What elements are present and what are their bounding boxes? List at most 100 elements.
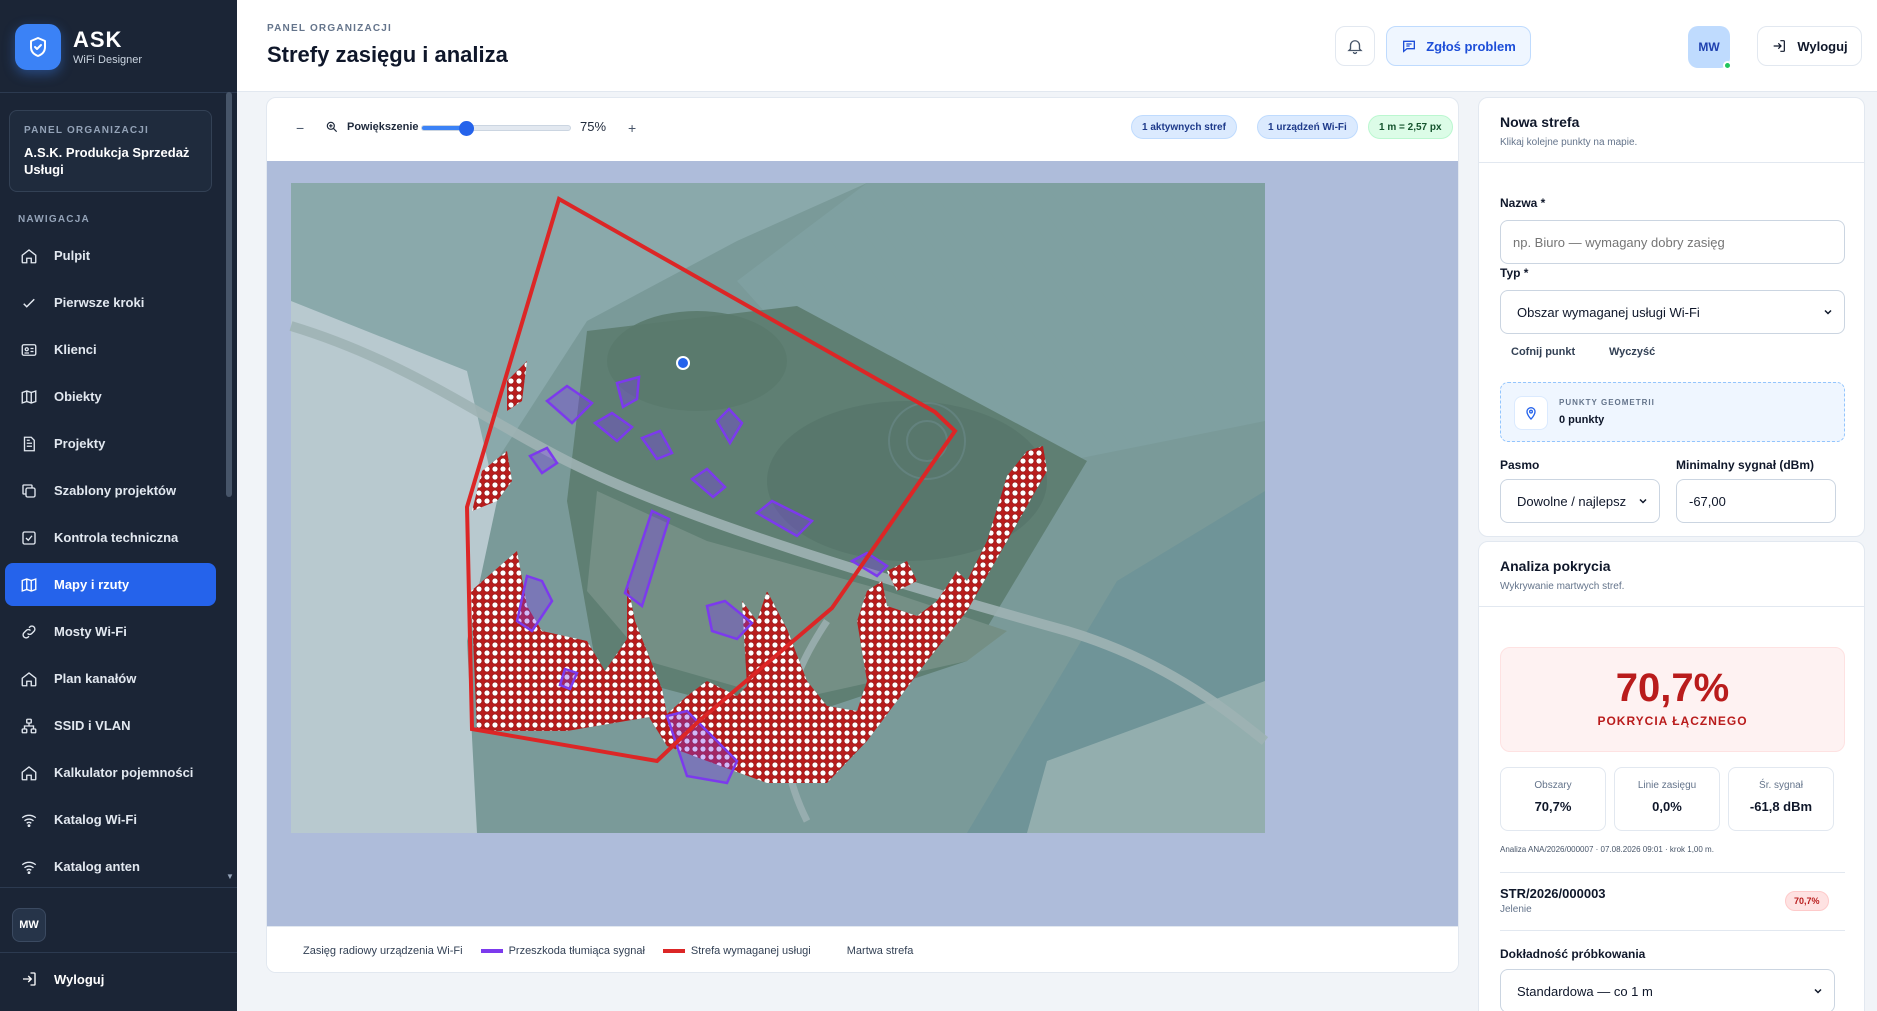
map-canvas[interactable] <box>267 161 1459 926</box>
legend-obstacle-label: Przeszkoda tłumiąca sygnał <box>508 944 645 957</box>
zone-type-value: Obszar wymaganej usługi Wi-Fi <box>1517 304 1700 320</box>
map-legend: Zasięg radiowy urządzenia Wi-Fi Przeszko… <box>267 926 1458 972</box>
analysis-meta: Analiza ANA/2026/000007 · 07.08.2026 09:… <box>1500 845 1714 854</box>
page-title: Strefy zasięgu i analiza <box>267 42 508 67</box>
zoom-slider[interactable] <box>421 121 571 136</box>
scale-badge: 1 m = 2,57 px <box>1368 115 1453 139</box>
name-field-label: Nazwa * <box>1500 196 1546 210</box>
zone-id[interactable]: STR/2026/000003 <box>1500 886 1606 901</box>
legend-device-range-label: Zasięg radiowy urządzenia Wi-Fi <box>303 944 463 957</box>
sidebar-item-label: Pierwsze kroki <box>54 295 145 310</box>
sidebar-item-label: Katalog Wi-Fi <box>54 812 137 827</box>
geometry-value: 0 punkty <box>1559 414 1605 426</box>
sidebar-item-pierwsze-kroki[interactable]: Pierwsze kroki <box>5 281 216 324</box>
zone-coverage-badge: 70,7% <box>1785 891 1829 911</box>
org-card[interactable]: PANEL ORGANIZACJI A.S.K. Produkcja Sprze… <box>9 110 212 192</box>
zoom-out-button[interactable]: − <box>296 120 304 136</box>
new-zone-subtitle: Klikaj kolejne punkty na mapie. <box>1500 137 1638 148</box>
sidebar-item-kontrola[interactable]: Kontrola techniczna <box>5 516 216 559</box>
zoom-value: 75% <box>580 119 607 134</box>
band-field-label: Pasmo <box>1500 458 1540 472</box>
home-icon <box>21 248 37 263</box>
zone-name-input[interactable] <box>1500 220 1845 264</box>
legend-service-zone: Strefa wymaganej usługi <box>662 944 811 957</box>
home-icon <box>21 671 37 686</box>
wifi-device-marker[interactable] <box>676 356 690 370</box>
legend-dead-zone: Martwa strefa <box>847 945 914 957</box>
sidebar-item-katalog-anten[interactable]: Katalog anten <box>5 845 216 888</box>
type-field-label: Typ * <box>1500 266 1529 280</box>
zoom-icon <box>326 121 338 133</box>
sidebar-item-klienci[interactable]: Klienci <box>5 328 216 371</box>
sidebar-item-pulpit[interactable]: Pulpit <box>5 234 216 277</box>
accuracy-value: Standardowa — co 1 m <box>1517 983 1653 999</box>
legend-service-zone-label: Strefa wymaganej usługi <box>690 944 811 957</box>
zoom-in-button[interactable]: + <box>628 120 636 136</box>
sidebar-divider <box>0 887 237 888</box>
stat-value: -61,8 dBm <box>1749 799 1813 814</box>
logout-button[interactable]: Wyloguj <box>1757 26 1862 66</box>
band-select[interactable]: Dowolne / najlepsz <box>1500 479 1660 523</box>
new-zone-title: Nowa strefa <box>1500 114 1580 130</box>
map-card: − Powiększenie 75% + 1 aktywnych stref 1… <box>266 97 1459 973</box>
org-name: A.S.K. Produkcja Sprzedaż Usługi <box>24 145 190 177</box>
sidebar-scrollbar[interactable] <box>226 92 232 497</box>
sidebar-item-plan-kanalow[interactable]: Plan kanałów <box>5 657 216 700</box>
user-avatar[interactable]: MW <box>1688 26 1732 70</box>
message-icon <box>1403 40 1416 53</box>
sidebar-item-mapy[interactable]: Mapy i rzuty <box>5 563 216 606</box>
home-icon <box>21 765 37 780</box>
sidebar-logout-button[interactable]: Wyloguj <box>20 970 104 988</box>
devices-badge: 1 urządzeń Wi-Fi <box>1257 115 1358 139</box>
sidebar-avatar[interactable]: MW <box>12 908 46 942</box>
geometry-points-box: PUNKTY GEOMETRII 0 punkty <box>1500 382 1845 442</box>
brand-subtitle: WiFi Designer <box>73 54 143 66</box>
org-label: PANEL ORGANIZACJI <box>24 125 150 136</box>
undo-point-button[interactable]: Cofnij punkt <box>1511 346 1575 358</box>
sidebar-item-mosty[interactable]: Mosty Wi-Fi <box>5 610 216 653</box>
bell-icon <box>1347 40 1363 55</box>
sidebar-item-kalkulator[interactable]: Kalkulator pojemności <box>5 751 216 794</box>
id-card-icon <box>21 343 37 356</box>
new-zone-header: Nowa strefa Klikaj kolejne punkty na map… <box>1479 98 1864 163</box>
sidebar-item-katalog-wifi[interactable]: Katalog Wi-Fi <box>5 798 216 841</box>
sidebar-logout-label: Wyloguj <box>54 971 105 987</box>
analysis-title: Analiza pokrycia <box>1500 558 1611 574</box>
wifi-icon <box>21 814 37 827</box>
sidebar-item-projekty[interactable]: Projekty <box>5 422 216 465</box>
min-signal-input[interactable]: -67,00 <box>1676 479 1836 523</box>
sidebar-item-szablony[interactable]: Szablony projektów <box>5 469 216 512</box>
wifi-icon <box>21 861 37 874</box>
zone-location: Jelenie <box>1500 904 1532 915</box>
sidebar: ASK WiFi Designer PANEL ORGANIZACJI A.S.… <box>0 0 237 1011</box>
total-coverage-box: 70,7% POKRYCIA ŁĄCZNEGO <box>1500 647 1845 752</box>
sidebar-item-ssid[interactable]: SSID i VLAN <box>5 704 216 747</box>
new-zone-card: Nowa strefa Klikaj kolejne punkty na map… <box>1478 97 1865 537</box>
sidebar-divider <box>0 92 237 93</box>
stat-areas: Obszary 70,7% <box>1500 767 1606 831</box>
divider <box>1500 930 1845 931</box>
scroll-down-icon[interactable]: ▼ <box>226 872 234 881</box>
min-signal-value: -67,00 <box>1689 493 1726 509</box>
band-value: Dowolne / najlepsz <box>1517 493 1627 509</box>
zone-type-select[interactable]: Obszar wymaganej usługi Wi-Fi <box>1500 290 1845 334</box>
report-problem-button[interactable]: Zgłoś problem <box>1386 26 1531 66</box>
legend-dead-zone-label: Martwa strefa <box>846 944 914 957</box>
zoom-label: Powiększenie <box>325 120 419 134</box>
stat-label: Linie zasięgu <box>1637 780 1697 791</box>
notifications-button[interactable] <box>1335 26 1375 66</box>
checkbox-icon <box>22 530 36 545</box>
sidebar-item-label: Mosty Wi-Fi <box>54 624 127 639</box>
sidebar-item-obiekty[interactable]: Obiekty <box>5 375 216 418</box>
sidebar-item-label: Szablony projektów <box>54 483 177 498</box>
coverage-analysis-card: Analiza pokrycia Wykrywanie martwych str… <box>1478 541 1865 1011</box>
copy-icon <box>22 483 36 498</box>
sidebar-divider <box>0 952 237 953</box>
clear-button[interactable]: Wyczyść <box>1609 346 1655 358</box>
zoom-slider-thumb[interactable] <box>459 121 475 136</box>
aerial-map[interactable] <box>267 161 1459 926</box>
brand[interactable]: ASK WiFi Designer <box>15 24 142 70</box>
accuracy-select[interactable]: Standardowa — co 1 m <box>1500 969 1835 1011</box>
chevron-down-icon <box>1814 988 1822 994</box>
sidebar-item-label: Plan kanałów <box>54 671 137 686</box>
